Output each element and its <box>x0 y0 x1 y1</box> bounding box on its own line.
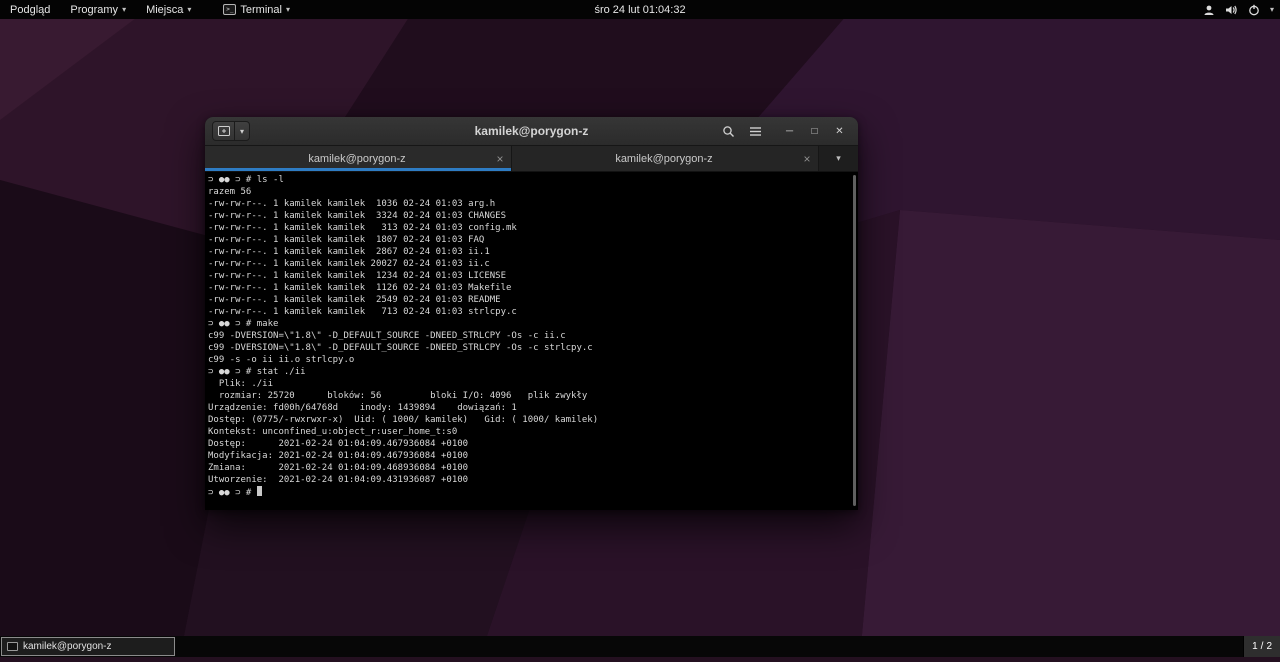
tab-label: kamilek@porygon-z <box>532 153 796 165</box>
terminal-output: ⊃ ●● ⊃ # ls -lrazem 56-rw-rw-r--. 1 kami… <box>205 172 858 498</box>
terminal-line: Plik: ./ii <box>208 378 858 390</box>
header-controls: ─ □ ✕ <box>718 121 849 142</box>
window-title: kamilek@porygon-z <box>475 124 589 138</box>
terminal-line: -rw-rw-r--. 1 kamilek kamilek 1807 02-24… <box>208 234 858 246</box>
terminal-line: razem 56 <box>208 186 858 198</box>
terminal-line: Zmiana: 2021-02-24 01:04:09.468936084 +0… <box>208 462 858 474</box>
close-button[interactable]: ✕ <box>830 122 849 141</box>
power-icon <box>1248 4 1260 16</box>
task-label: kamilek@porygon-z <box>23 641 112 652</box>
applications-label: Programy <box>70 4 118 16</box>
app-menu-label: Terminal <box>240 4 282 16</box>
volume-icon <box>1225 4 1238 16</box>
workspace-switcher[interactable]: 1 / 2 <box>1243 636 1280 657</box>
terminal-line: ⊃ ●● ⊃ # make <box>208 318 858 330</box>
new-tab-control: ▾ <box>212 121 250 141</box>
workspace-total: 2 <box>1266 641 1272 652</box>
terminal-line: -rw-rw-r--. 1 kamilek kamilek 713 02-24 … <box>208 306 858 318</box>
applications-menu[interactable]: Programy ▾ <box>60 0 136 19</box>
tab-label: kamilek@porygon-z <box>225 153 489 165</box>
hamburger-icon <box>749 126 762 137</box>
chevron-down-icon: ▾ <box>187 6 191 14</box>
new-tab-button[interactable] <box>213 122 235 140</box>
terminal-line: -rw-rw-r--. 1 kamilek kamilek 3324 02-24… <box>208 210 858 222</box>
tab-1[interactable]: kamilek@porygon-z × <box>205 146 512 171</box>
clock[interactable]: śro 24 lut 01:04:32 <box>594 0 685 19</box>
chevron-down-icon: ▾ <box>286 6 290 14</box>
search-button[interactable] <box>718 121 739 142</box>
new-tab-icon <box>218 126 230 136</box>
places-label: Miejsca <box>146 4 183 16</box>
terminal-line: Dostęp: (0775/-rwxrwxr-x) Uid: ( 1000/ k… <box>208 414 858 426</box>
places-menu[interactable]: Miejsca ▾ <box>136 0 201 19</box>
terminal-line: Urządzenie: fd00h/64768d inody: 1439894 … <box>208 402 858 414</box>
terminal-line: ⊃ ●● ⊃ # <box>208 486 858 498</box>
terminal-line: -rw-rw-r--. 1 kamilek kamilek 1036 02-24… <box>208 198 858 210</box>
terminal-window: ▾ kamilek@porygon-z ─ □ ✕ <box>205 117 858 510</box>
tab-bar: kamilek@porygon-z × kamilek@porygon-z × … <box>205 146 858 172</box>
tab-list-button[interactable]: ▾ <box>819 146 858 171</box>
terminal-scrollbar[interactable] <box>853 175 856 506</box>
user-icon <box>1203 4 1215 16</box>
tab-2[interactable]: kamilek@porygon-z × <box>512 146 819 171</box>
window-header-bar[interactable]: ▾ kamilek@porygon-z ─ □ ✕ <box>205 117 858 146</box>
chevron-down-icon: ▾ <box>836 153 841 164</box>
terminal-line: c99 -s -o ii ii.o strlcpy.o <box>208 354 858 366</box>
terminal-line: Kontekst: unconfined_u:object_r:user_hom… <box>208 426 858 438</box>
window-list-bar: kamilek@porygon-z 1 / 2 <box>0 636 1280 657</box>
terminal-line: c99 -DVERSION=\"1.8\" -D_DEFAULT_SOURCE … <box>208 330 858 342</box>
app-menu-terminal[interactable]: >_ Terminal ▾ <box>213 0 300 19</box>
terminal-cursor <box>257 486 262 496</box>
terminal-line: -rw-rw-r--. 1 kamilek kamilek 313 02-24 … <box>208 222 858 234</box>
chevron-down-icon: ▾ <box>240 127 244 136</box>
activities-label: Podgląd <box>10 4 50 16</box>
tab-close-button[interactable]: × <box>489 152 511 166</box>
terminal-line: ⊃ ●● ⊃ # ls -l <box>208 174 858 186</box>
workspace-separator: / <box>1261 641 1264 652</box>
search-icon <box>722 125 735 138</box>
tab-close-button[interactable]: × <box>796 152 818 166</box>
new-tab-dropdown-button[interactable]: ▾ <box>235 122 249 140</box>
terminal-screen[interactable]: ⊃ ●● ⊃ # ls -lrazem 56-rw-rw-r--. 1 kami… <box>205 172 858 509</box>
top-bar: Podgląd Programy ▾ Miejsca ▾ >_ Terminal… <box>0 0 1280 19</box>
menu-button[interactable] <box>745 121 766 142</box>
chevron-down-icon: ▾ <box>1270 6 1274 14</box>
terminal-line: -rw-rw-r--. 1 kamilek kamilek 1234 02-24… <box>208 270 858 282</box>
terminal-line: Modyfikacja: 2021-02-24 01:04:09.4679360… <box>208 450 858 462</box>
terminal-line: ⊃ ●● ⊃ # stat ./ii <box>208 366 858 378</box>
terminal-line: Dostęp: 2021-02-24 01:04:09.467936084 +0… <box>208 438 858 450</box>
terminal-icon: >_ <box>223 4 236 15</box>
terminal-line: -rw-rw-r--. 1 kamilek kamilek 20027 02-2… <box>208 258 858 270</box>
terminal-line: -rw-rw-r--. 1 kamilek kamilek 2549 02-24… <box>208 294 858 306</box>
workspace-current: 1 <box>1252 641 1258 652</box>
terminal-line: c99 -DVERSION=\"1.8\" -D_DEFAULT_SOURCE … <box>208 342 858 354</box>
system-menu[interactable]: ▾ <box>1203 0 1274 19</box>
terminal-line: Utworzenie: 2021-02-24 01:04:09.43193608… <box>208 474 858 486</box>
terminal-line: rozmiar: 25720 bloków: 56 bloki I/O: 409… <box>208 390 858 402</box>
terminal-line: -rw-rw-r--. 1 kamilek kamilek 1126 02-24… <box>208 282 858 294</box>
minimize-button[interactable]: ─ <box>780 122 799 141</box>
terminal-line: -rw-rw-r--. 1 kamilek kamilek 2867 02-24… <box>208 246 858 258</box>
task-button[interactable]: kamilek@porygon-z <box>1 637 175 656</box>
clock-label: śro 24 lut 01:04:32 <box>594 4 685 16</box>
activities-button[interactable]: Podgląd <box>0 0 60 19</box>
terminal-icon <box>7 642 18 651</box>
maximize-button[interactable]: □ <box>805 122 824 141</box>
chevron-down-icon: ▾ <box>122 6 126 14</box>
